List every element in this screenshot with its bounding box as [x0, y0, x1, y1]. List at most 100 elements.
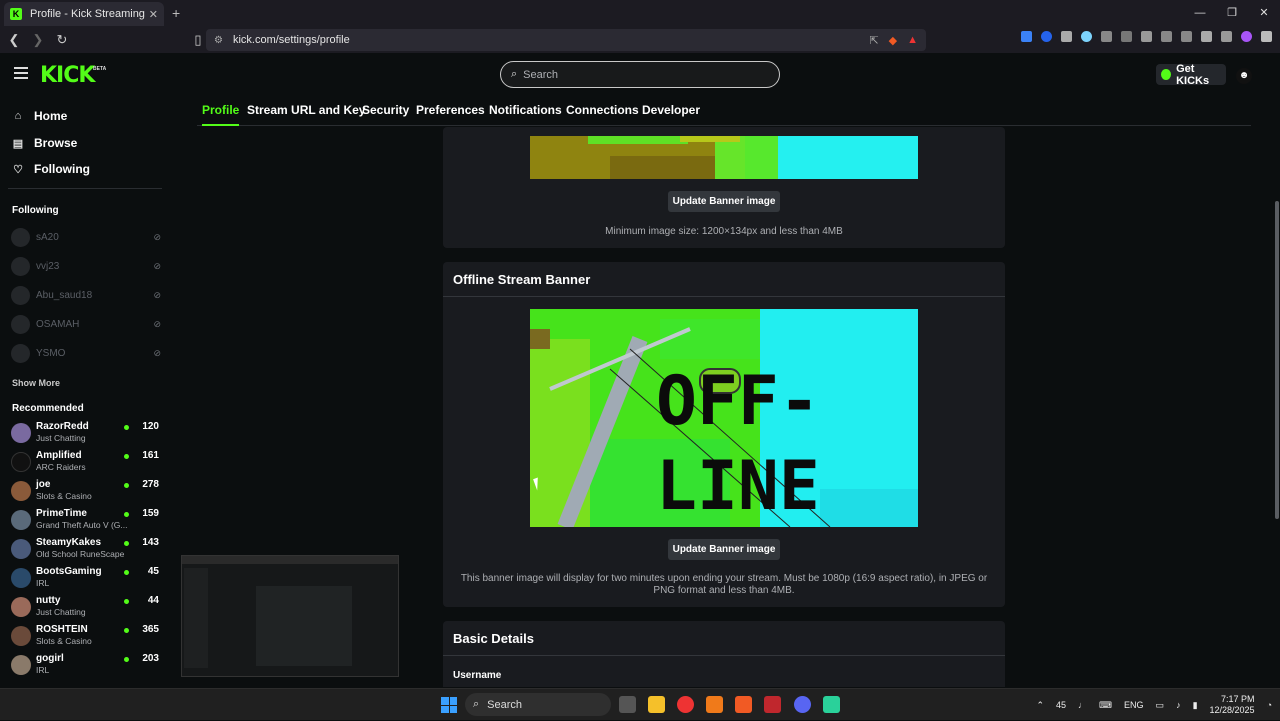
maximize-button[interactable]: ❐	[1216, 0, 1248, 27]
tab-close-icon[interactable]: ✕	[149, 8, 158, 21]
recommended-channel[interactable]: PrimeTime Grand Theft Auto V (G... 159	[11, 507, 161, 533]
chevron-up-icon[interactable]: ⌃	[1036, 700, 1044, 711]
recommended-channel[interactable]: joe Slots & Casino 278	[11, 478, 161, 504]
volume-icon[interactable]: ♪	[1176, 700, 1181, 710]
address-bar[interactable]: ⚙ kick.com/settings/profile ⇱ ◆ ▲	[206, 29, 926, 51]
scrollbar-thumb[interactable]	[1275, 201, 1279, 519]
file-explorer-icon[interactable]	[648, 696, 665, 713]
update-offline-banner-button[interactable]: Update Banner image	[668, 539, 780, 560]
basic-details-title: Basic Details	[453, 631, 534, 646]
tab-profile[interactable]: Profile	[202, 103, 240, 126]
shield-icon[interactable]	[1061, 31, 1072, 42]
tab-title: Profile - Kick Streaming	[30, 8, 145, 20]
minimize-button[interactable]: —	[1184, 0, 1216, 27]
leo-icon[interactable]	[1201, 31, 1212, 42]
kick-logo[interactable]: KICK	[40, 63, 95, 88]
sidebar-item-following[interactable]: ♡ Following	[12, 162, 90, 176]
window-preview-thumbnail[interactable]	[181, 555, 399, 677]
new-tab-button[interactable]: +	[172, 5, 180, 21]
screenshot-icon[interactable]	[1121, 31, 1132, 42]
app-icon[interactable]	[706, 696, 723, 713]
brave-icon[interactable]	[735, 696, 752, 713]
recommended-channel[interactable]: RazorRedd Just Chatting 120	[11, 420, 161, 446]
close-window-button[interactable]: ✕	[1248, 0, 1280, 27]
app-icon[interactable]	[823, 696, 840, 713]
hamburger-menu-icon[interactable]	[14, 67, 28, 79]
channel-name: PrimeTime	[36, 508, 87, 519]
forward-icon[interactable]: ❯	[28, 32, 48, 48]
recommended-channel[interactable]: BootsGaming IRL 45	[11, 565, 161, 591]
recommended-channel[interactable]: Amplified ARC Raiders 161	[11, 449, 161, 475]
get-kicks-button[interactable]: Get KICKs	[1156, 63, 1226, 87]
app-icon[interactable]	[764, 696, 781, 713]
following-channel[interactable]: OSAMAH ⊘	[11, 315, 161, 334]
sidebar-icon[interactable]	[1161, 31, 1172, 42]
user-avatar[interactable]: ☻	[1236, 68, 1252, 84]
brave-shield-icon[interactable]: ◆	[889, 34, 897, 47]
settings-tabs: Profile Stream URL and Key Security Pref…	[197, 97, 1251, 126]
banner-card: Update Banner image Minimum image size: …	[443, 127, 1005, 248]
reload-icon[interactable]: ↻	[52, 32, 72, 48]
preview-titlebar	[182, 556, 398, 564]
channel-name: YSMO	[36, 348, 66, 359]
channel-category: Grand Theft Auto V (G...	[36, 520, 128, 530]
keyboard-icon[interactable]: ⌨	[1099, 700, 1112, 711]
microphone-icon[interactable]: ♩	[1078, 700, 1087, 710]
extension-icon[interactable]	[1021, 31, 1032, 42]
viewer-count: 143	[142, 537, 159, 548]
site-info-icon[interactable]: ⚙	[214, 35, 223, 46]
recommended-channel[interactable]: ROSHTEIN Slots & Casino 365	[11, 623, 161, 649]
extension-icon[interactable]	[1041, 31, 1052, 42]
browser-tab[interactable]: K Profile - Kick Streaming ✕	[4, 2, 164, 26]
sidebar-item-browse[interactable]: ▤ Browse	[12, 136, 78, 150]
channel-category: ARC Raiders	[36, 462, 86, 472]
brave-rewards-icon[interactable]: ▲	[907, 34, 918, 47]
chrome-icon[interactable]	[677, 696, 694, 713]
music-icon[interactable]	[1141, 31, 1152, 42]
tab-preferences[interactable]: Preferences	[416, 103, 485, 117]
taskbar-search[interactable]: ⌕ Search	[465, 693, 611, 716]
search-input[interactable]: ⌕ Search	[500, 61, 780, 88]
recommended-channel[interactable]: gogirl IRL 203	[11, 652, 161, 678]
discord-icon[interactable]	[794, 696, 811, 713]
update-banner-button[interactable]: Update Banner image	[668, 191, 780, 212]
wallet-icon[interactable]	[1181, 31, 1192, 42]
back-icon[interactable]: ❮	[4, 32, 24, 48]
following-channel[interactable]: Abu_saud18 ⊘	[11, 286, 161, 305]
search-icon: ⌕	[473, 698, 480, 710]
task-view-icon[interactable]	[619, 696, 636, 713]
following-channel[interactable]: sA20 ⊘	[11, 228, 161, 247]
tray-badge[interactable]: 45	[1056, 700, 1066, 710]
tab-security[interactable]: Security	[362, 103, 409, 117]
network-icon[interactable]: ▭	[1156, 700, 1165, 711]
tab-connections[interactable]: Connections	[566, 103, 639, 117]
extensions-area	[1021, 31, 1272, 42]
tab-stream-url-key[interactable]: Stream URL and Key	[247, 103, 365, 117]
windows-start-icon[interactable]	[441, 697, 457, 713]
notification-icon[interactable]: ◔	[1267, 700, 1272, 710]
vpn-icon[interactable]	[1221, 31, 1232, 42]
recommended-channel[interactable]: nutty Just Chatting 44	[11, 594, 161, 620]
profile-icon[interactable]	[1241, 31, 1252, 42]
channel-name: BootsGaming	[36, 566, 102, 577]
following-channel[interactable]: vvj23 ⊘	[11, 257, 161, 276]
sidebar-item-home[interactable]: ⌂ Home	[12, 109, 68, 123]
bookmark-icon[interactable]: ▯	[188, 32, 208, 48]
kicks-coin-icon	[1161, 69, 1172, 80]
taskbar-search-label: Search	[487, 698, 523, 711]
share-icon[interactable]: ⇱	[869, 34, 878, 47]
battery-icon[interactable]: ▮	[1193, 700, 1198, 711]
offline-hint-line1: This banner image will display for two m…	[460, 573, 988, 584]
following-channel[interactable]: YSMO ⊘	[11, 344, 161, 363]
tab-developer[interactable]: Developer	[642, 103, 700, 117]
language-indicator[interactable]: ENG	[1124, 700, 1144, 710]
menu-icon[interactable]	[1261, 31, 1272, 42]
tab-notifications[interactable]: Notifications	[489, 103, 562, 117]
clock[interactable]: 7:17 PM 12/28/2025	[1210, 694, 1255, 716]
recommended-channel[interactable]: SteamyKakes Old School RuneScape 143	[11, 536, 161, 562]
show-more-link[interactable]: Show More	[12, 378, 60, 388]
channel-category: Slots & Casino	[36, 636, 92, 646]
extension-icon[interactable]	[1081, 31, 1092, 42]
page-scrollbar[interactable]	[1274, 97, 1280, 687]
puzzle-icon[interactable]	[1101, 31, 1112, 42]
